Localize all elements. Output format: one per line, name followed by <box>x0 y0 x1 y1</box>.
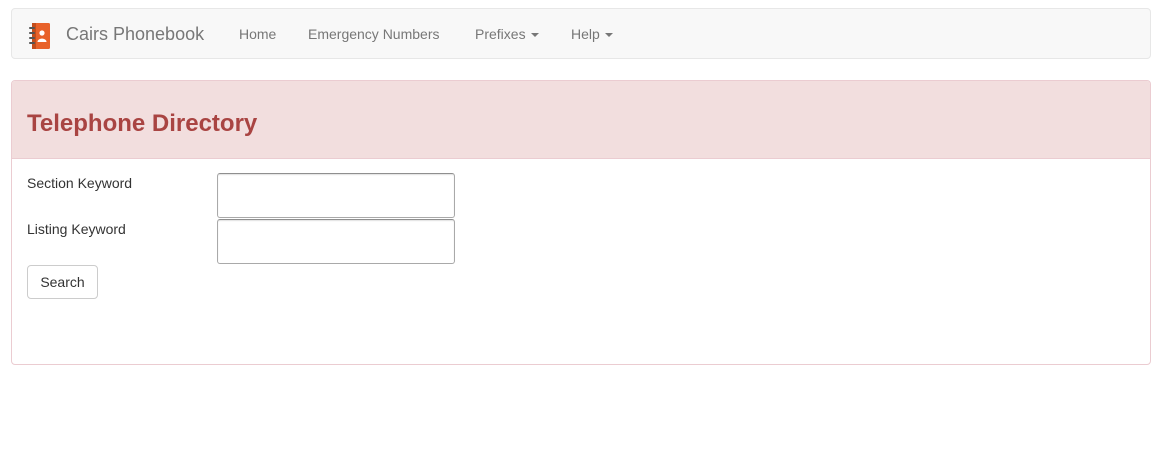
nav-home-label: Home <box>239 26 277 42</box>
nav-home-link[interactable]: Home <box>239 26 276 42</box>
directory-panel: Telephone Directory Section Keyword List… <box>11 80 1151 365</box>
search-button[interactable]: Search <box>27 265 98 299</box>
panel-heading: Telephone Directory <box>12 81 1150 159</box>
panel-title: Telephone Directory <box>27 110 258 137</box>
section-keyword-input[interactable] <box>217 173 455 218</box>
caret-down-icon <box>604 33 613 38</box>
nav-help-label: Help <box>571 26 600 42</box>
nav-prefixes-label: Prefixes <box>475 26 526 42</box>
listing-keyword-input[interactable] <box>217 219 455 264</box>
section-keyword-label: Section Keyword <box>27 175 133 191</box>
listing-keyword-label: Listing Keyword <box>27 221 126 237</box>
caret-down-icon <box>530 33 539 38</box>
phonebook-logo-icon[interactable] <box>29 23 51 49</box>
nav-emergency-numbers-link[interactable]: Emergency Numbers <box>308 26 440 42</box>
nav-help-dropdown[interactable]: Help <box>571 26 613 42</box>
brand-link[interactable]: Cairs Phonebook <box>66 24 204 45</box>
nav-prefixes-dropdown[interactable]: Prefixes <box>475 26 539 42</box>
nav-emergency-numbers-label: Emergency Numbers <box>308 26 440 42</box>
navbar: Cairs Phonebook Home Emergency Numbers P… <box>11 8 1151 59</box>
